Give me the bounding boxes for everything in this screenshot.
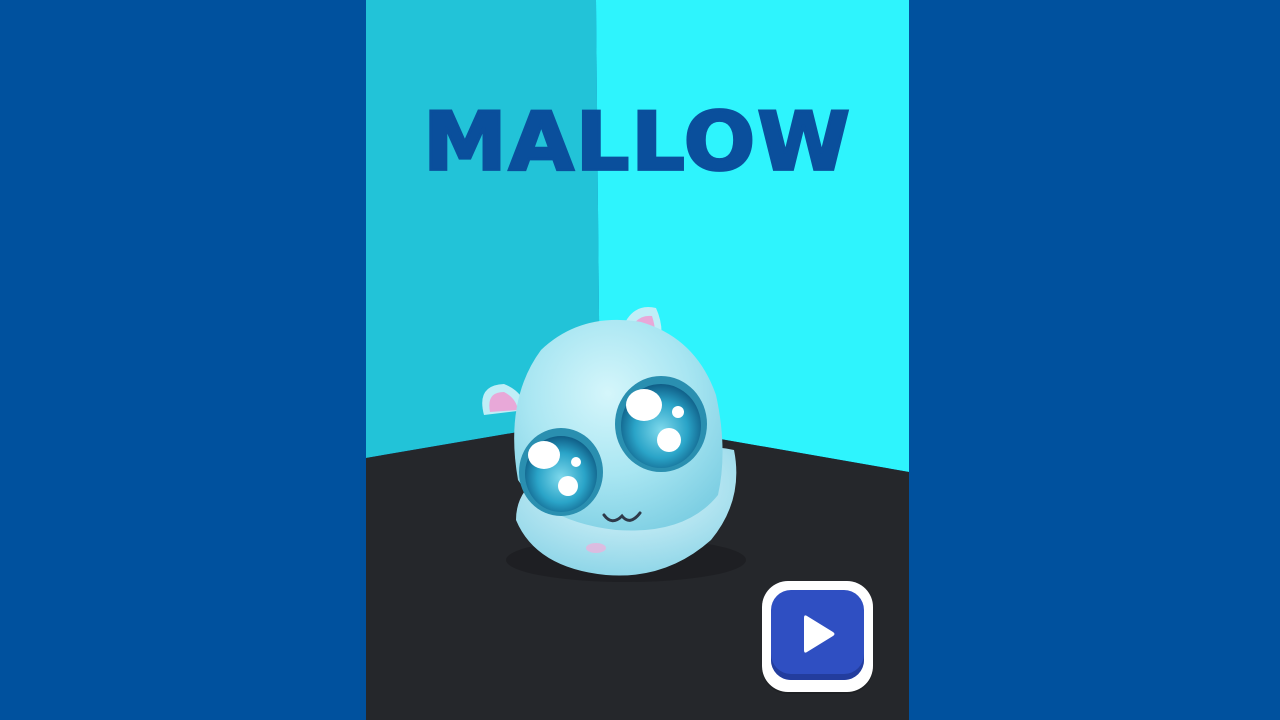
page-background: MALLOW: [0, 0, 1280, 720]
left-eye: [519, 428, 603, 516]
character-name-title: MALLOW: [422, 94, 852, 190]
play-icon: [804, 615, 835, 653]
game-viewport: MALLOW: [366, 0, 909, 720]
right-eye: [615, 376, 707, 472]
play-button[interactable]: [762, 581, 873, 692]
play-button-face[interactable]: [771, 590, 864, 680]
cheek-blush: [586, 543, 606, 553]
